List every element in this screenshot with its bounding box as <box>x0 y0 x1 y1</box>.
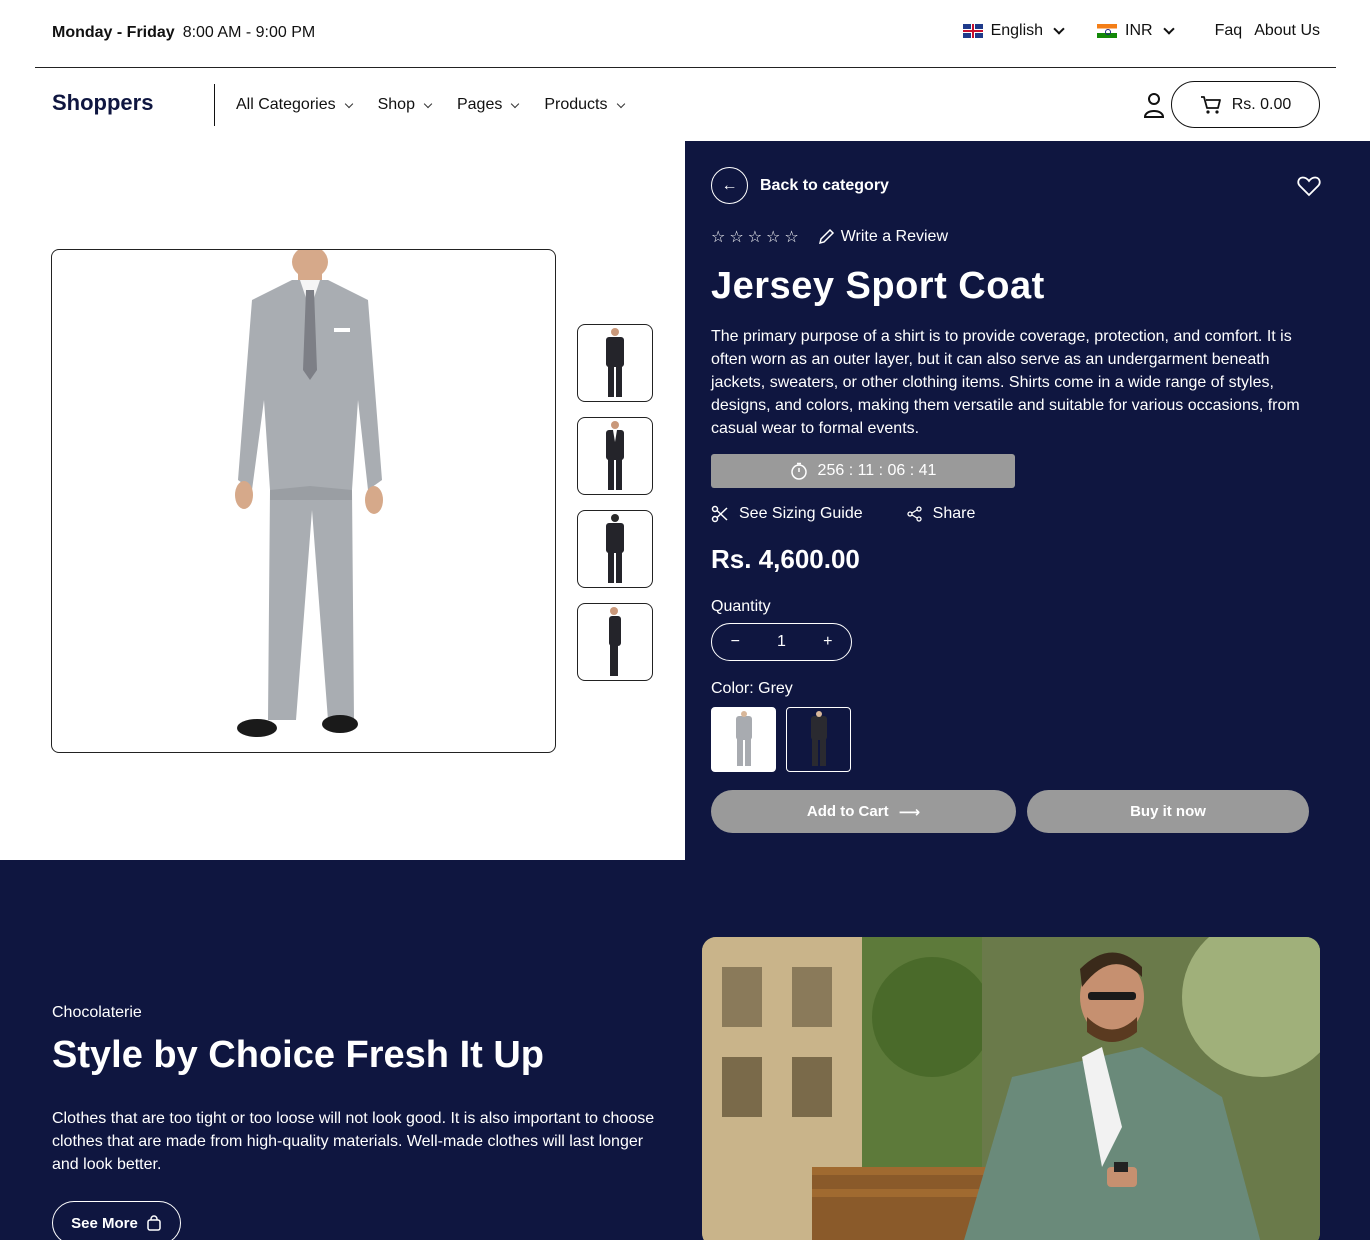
thumbnail[interactable] <box>577 324 653 402</box>
currency-label: INR <box>1125 22 1153 39</box>
thumbnail-list <box>577 324 653 681</box>
nav-label: Pages <box>456 96 503 113</box>
plus-icon[interactable]: + <box>823 633 832 651</box>
cart-button[interactable]: Rs. 0.00 <box>1171 81 1320 128</box>
product-main-image[interactable] <box>51 249 556 753</box>
share-icon <box>906 506 922 522</box>
back-to-category[interactable]: ← Back to category <box>711 167 889 204</box>
promo-text: Clothes that are too tight or too loose … <box>52 1110 655 1173</box>
nav-separator <box>214 84 215 126</box>
scissors-icon <box>711 505 728 523</box>
timer-value: 256 : 11 : 06 : 41 <box>817 462 937 479</box>
color-label: Color: Grey <box>711 680 793 697</box>
write-review-label: Write a Review <box>840 228 949 245</box>
uk-flag-icon <box>962 24 983 38</box>
minus-icon[interactable]: − <box>731 633 740 651</box>
man-on-bench-photo <box>702 937 1320 1240</box>
top-bar-right: English INR Faq About Us <box>962 22 1320 40</box>
business-hours: Monday - Friday 8:00 AM - 9:00 PM <box>52 24 315 42</box>
chevron-down-icon <box>616 99 625 108</box>
swatch-grey[interactable] <box>711 707 776 772</box>
logo[interactable]: Shoppers <box>52 90 153 116</box>
promo-title: Style by Choice Fresh It Up <box>52 1034 544 1076</box>
share-link[interactable]: Share <box>906 505 976 523</box>
color-swatches <box>711 707 851 772</box>
promo-image <box>702 937 1320 1240</box>
chevron-down-icon <box>344 99 353 108</box>
thumbnail[interactable] <box>577 417 653 495</box>
pencil-icon <box>818 228 834 245</box>
chevron-down-icon <box>1162 23 1175 35</box>
promo-eyebrow: Chocolaterie <box>52 1004 142 1021</box>
chevron-down-icon <box>511 99 520 108</box>
quantity-value[interactable]: 1 <box>777 633 786 651</box>
top-bar: Monday - Friday 8:00 AM - 9:00 PM English… <box>0 0 1370 68</box>
india-flag-icon <box>1097 24 1118 38</box>
add-to-cart-label: Add to Cart <box>806 803 889 820</box>
thumbnail[interactable] <box>577 510 653 588</box>
swatch-dark[interactable] <box>786 707 851 772</box>
see-more-button[interactable]: See More <box>52 1201 181 1240</box>
faq-link[interactable]: Faq <box>1215 22 1243 40</box>
hours-days: Monday - Friday <box>52 24 175 41</box>
arrow-left-icon: ← <box>711 167 748 204</box>
add-to-cart-button[interactable]: Add to Cart ⟶ <box>711 790 1016 833</box>
thumbnail[interactable] <box>577 603 653 681</box>
nav-menu: All Categories Shop Pages Products <box>236 96 625 114</box>
language-label: English <box>990 22 1044 39</box>
shopping-bag-icon <box>147 1215 161 1231</box>
nav-all-categories[interactable]: All Categories <box>236 96 353 114</box>
back-label: Back to category <box>760 176 889 194</box>
star-empty-icon[interactable]: ☆ <box>729 227 743 247</box>
about-link[interactable]: About Us <box>1254 22 1320 40</box>
star-empty-icon[interactable]: ☆ <box>748 227 762 247</box>
see-more-label: See More <box>71 1214 138 1232</box>
grey-suit-thumbnail <box>735 710 752 766</box>
nav-label: Products <box>544 96 608 113</box>
product-info-panel: ← Back to category ☆ ☆ ☆ ☆ ☆ Write a Rev… <box>685 141 1370 860</box>
product-actions: See Sizing Guide Share <box>711 505 975 523</box>
product-title: Jersey Sport Coat <box>711 265 1045 307</box>
grey-suit-image <box>235 250 383 737</box>
cart-total: Rs. 0.00 <box>1231 95 1292 113</box>
dark-suit-thumbnail <box>810 710 827 766</box>
user-icon[interactable] <box>1143 92 1165 118</box>
chevron-down-icon <box>1053 23 1065 35</box>
rating-row: ☆ ☆ ☆ ☆ ☆ Write a Review <box>711 227 948 247</box>
quantity-label: Quantity <box>711 598 771 615</box>
language-selector[interactable]: English <box>962 22 1065 40</box>
nav-shop[interactable]: Shop <box>377 96 433 114</box>
countdown-timer: 256 : 11 : 06 : 41 <box>711 454 1015 488</box>
product-price: Rs. 4,600.00 <box>711 544 860 574</box>
hours-time: 8:00 AM - 9:00 PM <box>182 24 316 41</box>
nav-pages[interactable]: Pages <box>456 96 520 114</box>
heart-icon[interactable] <box>1297 175 1321 197</box>
product-description: The primary purpose of a shirt is to pro… <box>711 328 1300 437</box>
quantity-stepper: − 1 + <box>711 623 852 661</box>
nav-products[interactable]: Products <box>544 96 625 114</box>
currency-selector[interactable]: INR <box>1097 22 1175 40</box>
buy-now-button[interactable]: Buy it now <box>1027 790 1309 833</box>
star-empty-icon[interactable]: ☆ <box>766 227 780 247</box>
nav-label: Shop <box>377 96 415 113</box>
sizing-guide-link[interactable]: See Sizing Guide <box>711 505 863 523</box>
arrow-right-icon: ⟶ <box>898 803 921 821</box>
cart-icon <box>1200 95 1221 114</box>
sizing-guide-label: See Sizing Guide <box>739 505 863 522</box>
star-empty-icon[interactable]: ☆ <box>711 227 725 247</box>
nav-label: All Categories <box>236 96 336 113</box>
write-review-link[interactable]: Write a Review <box>817 228 948 246</box>
chevron-down-icon <box>423 99 433 108</box>
stopwatch-icon <box>790 462 807 480</box>
share-label: Share <box>932 505 976 522</box>
star-empty-icon[interactable]: ☆ <box>784 227 798 247</box>
main-nav: Shoppers All Categories Shop Pages Produ… <box>0 68 1370 141</box>
